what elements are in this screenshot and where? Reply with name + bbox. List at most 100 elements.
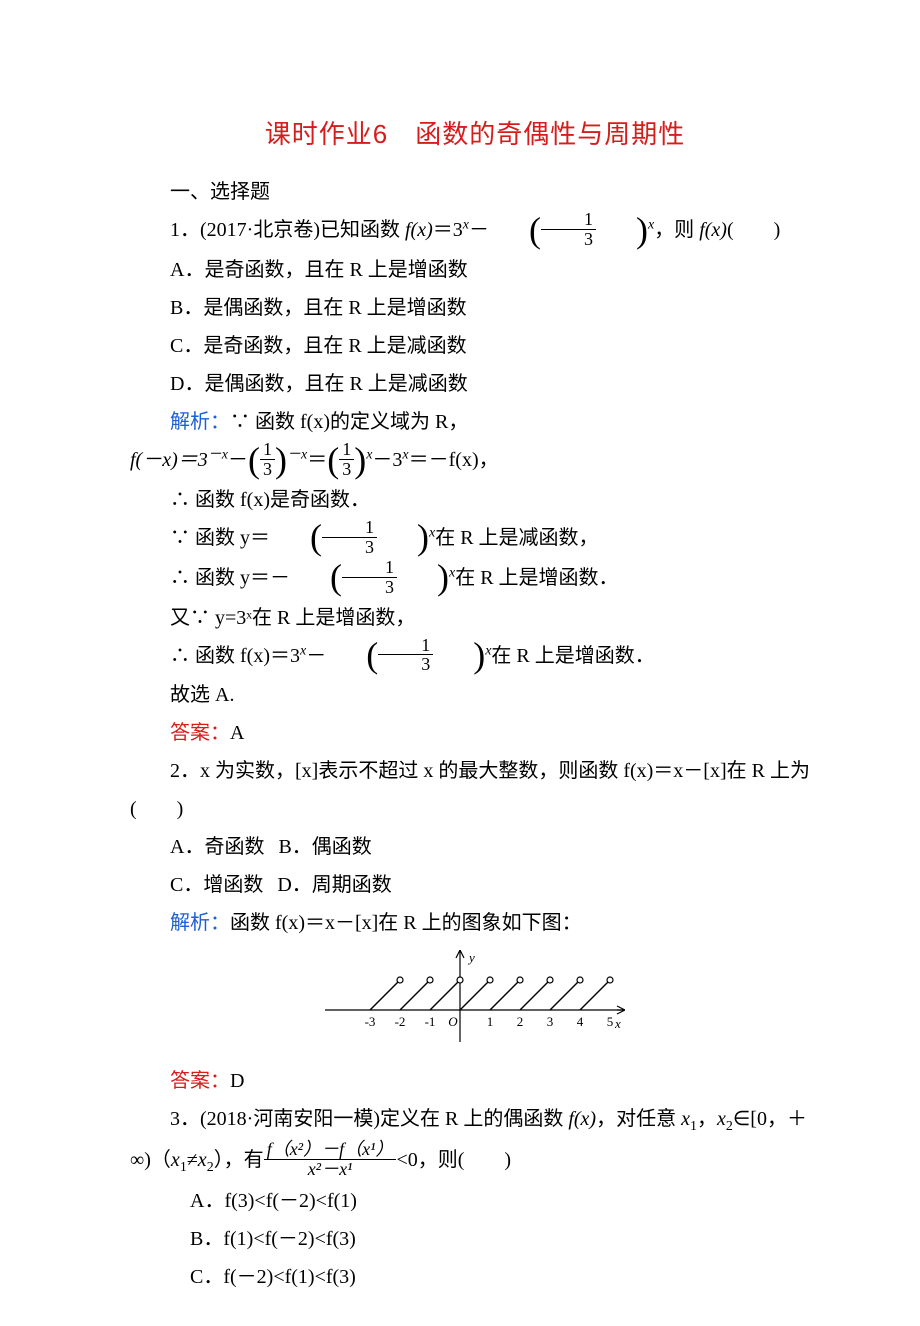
q1-eq: ＝3: [433, 219, 463, 241]
q1-m1: －: [228, 449, 248, 471]
q2-optsCD: C．增函数 D．周期函数: [130, 866, 820, 904]
q1-frac-num: 1: [541, 210, 596, 230]
sawtooth-graph-icon: y x -3 -2 -1 O: [325, 950, 625, 1045]
q1-me1: ＝: [307, 449, 327, 471]
rparen-icon: ): [377, 519, 429, 555]
q3-x2: x: [717, 1108, 726, 1130]
q2-stem: 2．x 为实数，[x]表示不超过 x 的最大整数，则函数 f(x)＝x－[x]在…: [130, 752, 820, 828]
q3-s1: 1: [690, 1119, 697, 1134]
q3-optA: A．f(3)<f(－2)<f(1): [130, 1182, 820, 1220]
q2-ans-val: D: [230, 1070, 244, 1092]
q1-y3: 又∵ y=3ˣ在 R 上是增函数，: [130, 599, 820, 637]
q1-frac4: 13: [322, 518, 377, 557]
axis-y-label: y: [467, 950, 475, 965]
svg-text:3: 3: [547, 1014, 554, 1029]
q3-s2b: 2: [207, 1160, 214, 1175]
q2-optA: A．奇函数: [170, 836, 264, 858]
q3-l2b: ），有: [214, 1149, 264, 1171]
q3-l2a: ∞)（: [130, 1149, 171, 1171]
q1-ana1-text: ∵ 函数 f(x)的定义域为 R，: [230, 411, 468, 433]
q2-optD: D．周期函数: [277, 874, 391, 896]
svg-text:-2: -2: [395, 1014, 406, 1029]
q1-y1a: ∵ 函数 y＝: [170, 527, 270, 549]
q1-negx2: －x: [287, 448, 307, 463]
answer-label: 答案：: [170, 1070, 230, 1092]
q3-s1b: 1: [180, 1160, 187, 1175]
svg-text:-3: -3: [365, 1014, 376, 1029]
q1-rhs-end: ＝－f(x)，: [409, 449, 499, 471]
rparen-icon: ): [275, 442, 287, 478]
analysis-label: 解析：: [170, 411, 230, 433]
q1-fx2: f(x): [699, 219, 727, 241]
svg-text:-1: -1: [425, 1014, 436, 1029]
q1-frac3: 13: [339, 440, 354, 479]
q3-l1c: ∈[0，＋: [733, 1108, 807, 1130]
q2-answer: 答案：D: [130, 1062, 820, 1100]
q1-frac2: 13: [260, 440, 275, 479]
q3-l2c: <0，则( ): [396, 1149, 511, 1171]
svg-text:O: O: [448, 1014, 458, 1029]
rparen-icon: ): [433, 637, 485, 673]
q1-head-c: ( ): [727, 219, 780, 241]
q1-head-b: ，则: [654, 219, 699, 241]
q1-ana1: 解析：∵ 函数 f(x)的定义域为 R，: [130, 403, 820, 441]
q1-rhs-m: －3: [372, 449, 402, 471]
svg-text:5: 5: [607, 1014, 614, 1029]
q3-s2: 2: [726, 1119, 733, 1134]
lparen-icon: (: [290, 559, 342, 595]
rparen-icon: ): [397, 559, 449, 595]
rparen-icon: ): [354, 442, 366, 478]
q3-line2: ∞)（x1≠x2），有f（x²）－f（x¹）x²－x¹<0，则( ): [130, 1141, 820, 1182]
q1-y2: ∴ 函数 y＝－(13)x在 R 上是增函数．: [130, 559, 820, 599]
q3-neq: ≠: [187, 1149, 198, 1171]
section-heading: 一、选择题: [130, 173, 820, 211]
q1-eq2: f(－x)＝3－x－(13)－x＝(13)x－3x＝－f(x)，: [130, 441, 820, 481]
q1-stem: 1．(2017·北京卷)已知函数 f(x)＝3x－(13)x，则 f(x)( ): [130, 211, 820, 251]
q1-minus1: －: [469, 219, 489, 241]
q1-optC: C．是奇函数，且在 R 上是减函数: [130, 327, 820, 365]
q3-x1: x: [681, 1108, 690, 1130]
q3-frac-den: x²－x¹: [264, 1160, 397, 1179]
q1-head-a: 1．(2017·北京卷)已知函数: [170, 219, 405, 241]
q1-optB: B．是偶函数，且在 R 上是增函数: [130, 289, 820, 327]
q2-optC: C．增函数: [170, 874, 263, 896]
q2-ana: 解析：函数 f(x)＝x－[x]在 R 上的图象如下图：: [130, 904, 820, 942]
q1-negx1: －x: [208, 448, 228, 463]
lparen-icon: (: [248, 442, 260, 478]
lparen-icon: (: [489, 212, 541, 248]
q3-l1b: ，对任意: [596, 1108, 681, 1130]
q3-x2b: x: [198, 1149, 207, 1171]
q1-answer: 答案：A: [130, 714, 820, 752]
axis-x-label: x: [614, 1016, 621, 1031]
q2-graph: y x -3 -2 -1 O: [130, 950, 820, 1058]
lparen-icon: (: [327, 442, 339, 478]
analysis-label: 解析：: [170, 912, 230, 934]
svg-text:2: 2: [517, 1014, 524, 1029]
q1-ans-val: A: [230, 722, 244, 744]
q3-fx: f(x): [568, 1108, 596, 1130]
q2-ana-body: 函数 f(x)＝x－[x]在 R 上的图象如下图：: [230, 912, 582, 934]
q1-frac6: 13: [378, 636, 433, 675]
q1-end: 故选 A.: [130, 676, 820, 714]
q1-y2b: 在 R 上是增函数．: [455, 567, 618, 589]
q1-optA: A．是奇函数，且在 R 上是增函数: [130, 251, 820, 289]
q1-y1: ∵ 函数 y＝(13)x在 R 上是减函数，: [130, 519, 820, 559]
lparen-icon: (: [326, 637, 378, 673]
q3-x1b: x: [171, 1149, 180, 1171]
q1-optD: D．是偶函数，且在 R 上是减函数: [130, 365, 820, 403]
q1-y4a: ∴ 函数 f(x)＝3: [170, 645, 300, 667]
q1-frac5: 13: [342, 558, 397, 597]
q1-lhs: f(－x)＝3: [130, 449, 208, 471]
q3-l1a: 3．(2018·河南安阳一模)定义在 R 上的偶函数: [170, 1108, 568, 1130]
q1-y4: ∴ 函数 f(x)＝3x－(13)x在 R 上是增函数．: [130, 637, 820, 677]
q3-line1: 3．(2018·河南安阳一模)定义在 R 上的偶函数 f(x)，对任意 x1，x…: [130, 1100, 820, 1141]
q1-y2a: ∴ 函数 y＝－: [170, 567, 290, 589]
q1-fx: f(x): [405, 219, 433, 241]
q1-minus2: －: [306, 645, 326, 667]
q1-frac-den: 3: [541, 230, 596, 249]
q1-frac1: 13: [541, 210, 596, 249]
q1-y4b: 在 R 上是增函数．: [491, 645, 654, 667]
svg-text:1: 1: [487, 1014, 494, 1029]
lparen-icon: (: [270, 519, 322, 555]
q1-y1b: 在 R 上是减函数，: [435, 527, 598, 549]
